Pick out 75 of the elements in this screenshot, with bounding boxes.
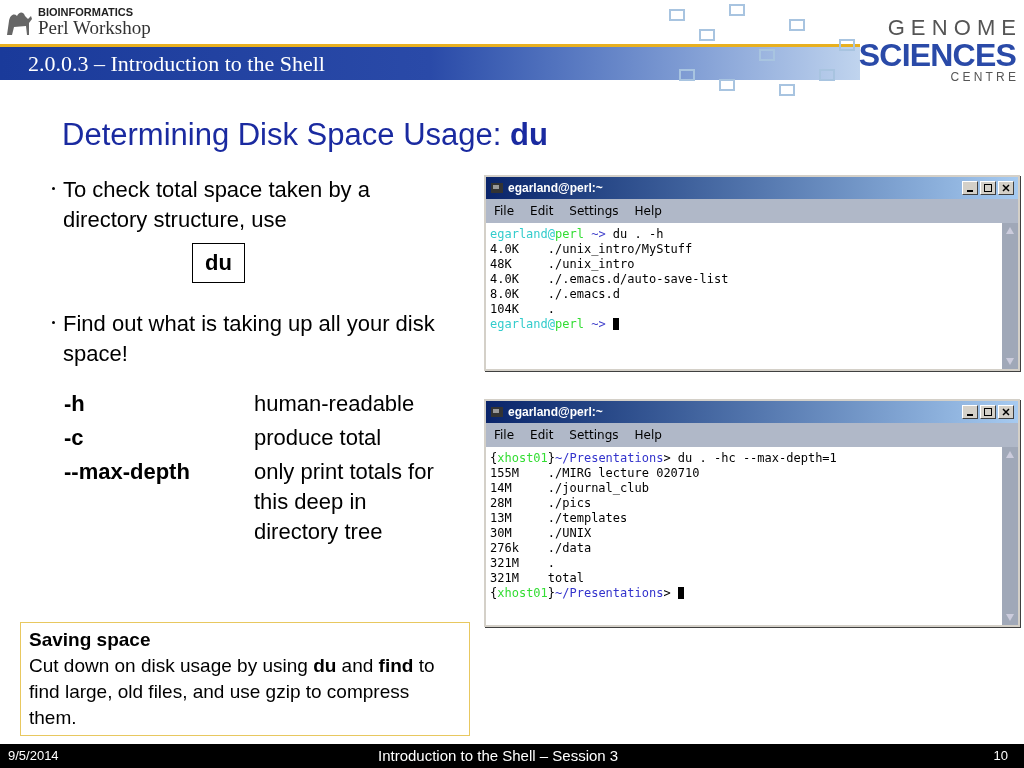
close-icon xyxy=(1002,407,1010,416)
terminal-text: perl xyxy=(555,226,584,242)
terminal-text: egarland@ xyxy=(490,316,556,332)
terminal-text: 4.0K ./.emacs.d/auto-save-list xyxy=(490,271,729,287)
terminal-text: 321M . xyxy=(490,555,556,571)
terminal-text: } xyxy=(547,450,556,466)
terminal-text: du . -h xyxy=(611,226,664,242)
terminal-text: ~> xyxy=(590,316,606,332)
menu-item[interactable]: Help xyxy=(634,425,662,444)
terminal-text: > du . -hc --max-depth=1 xyxy=(663,450,837,466)
page-number: 10 xyxy=(993,747,1009,766)
terminal-text: } xyxy=(547,585,556,601)
terminal-text: ~/Presentations xyxy=(555,585,664,601)
logo-text: Perl Workshop xyxy=(38,18,151,37)
menu-item[interactable]: Settings xyxy=(569,201,619,220)
terminal-text: { xyxy=(490,450,498,466)
bullet-text: Find out what is taking up all your disk space! xyxy=(63,309,436,368)
maximize-icon xyxy=(984,183,992,192)
terminal-text: 13M ./templates xyxy=(490,510,628,526)
window-title: egarland@perl:~ xyxy=(508,179,603,197)
terminal-text: 8.0K ./.emacs.d xyxy=(490,286,621,302)
maximize-button[interactable] xyxy=(980,180,996,195)
section-title: 2.0.0.3 – Introduction to the Shell xyxy=(28,50,325,78)
maximize-button[interactable] xyxy=(980,404,996,419)
brand-text: G E N O M E xyxy=(887,17,1016,39)
option-description: only print totals for this deep in directory tree xyxy=(254,457,435,546)
callout-title: Saving space xyxy=(29,628,152,652)
terminal-text: ~> xyxy=(590,226,606,242)
option-label: -h xyxy=(64,389,86,418)
menu-item[interactable]: Edit xyxy=(530,425,554,444)
menu-item[interactable]: Edit xyxy=(530,201,554,220)
terminal-text: 4.0K ./unix_intro/MyStuff xyxy=(490,241,693,257)
command-box: du xyxy=(192,242,245,283)
terminal-text: xhost01 xyxy=(497,585,548,601)
footer-date: 9/5/2014 xyxy=(8,747,60,766)
minimize-button[interactable] xyxy=(962,404,978,419)
option-description: produce total xyxy=(254,423,383,452)
window-title: egarland@perl:~ xyxy=(508,403,603,421)
close-button[interactable] xyxy=(998,404,1014,419)
terminal-text: 30M ./UNIX xyxy=(490,525,592,541)
terminal-text: 155M ./MIRG lecture 020710 xyxy=(490,465,700,481)
option-description: human-readable xyxy=(254,389,416,418)
footer-title: Introduction to the Shell – Session 3 xyxy=(378,745,619,766)
callout-text: Cut down on disk usage by using du and find to find large, old files, and use gzip to compress them. xyxy=(29,654,436,730)
terminal-text: 276k ./data xyxy=(490,540,592,556)
minimize-icon xyxy=(967,189,973,192)
terminal-text: 321M total xyxy=(490,570,584,586)
bullet-text: To check total space taken by a directory structure, use xyxy=(63,175,371,234)
terminal-text: { xyxy=(490,585,498,601)
terminal-text: 104K . xyxy=(490,301,556,317)
menu-item[interactable]: Settings xyxy=(569,425,619,444)
minimize-button[interactable] xyxy=(962,180,978,195)
terminal-icon xyxy=(490,180,504,195)
terminal-text: > xyxy=(663,585,671,601)
terminal-text: perl xyxy=(555,316,584,332)
brand-text: C E N T R E xyxy=(950,71,1016,83)
option-label: --max-depth xyxy=(64,457,191,486)
slide-title: Determining Disk Space Usage: du xyxy=(62,116,549,154)
option-label: -c xyxy=(64,423,85,452)
brand-text: SCIENCES xyxy=(858,39,1016,71)
close-icon xyxy=(1002,183,1010,192)
terminal-text: xhost01 xyxy=(497,450,548,466)
terminal-text: 14M ./journal_club xyxy=(490,480,649,496)
terminal-text: egarland@ xyxy=(490,226,556,242)
maximize-icon xyxy=(984,407,992,416)
menu-item[interactable]: File xyxy=(494,201,515,220)
terminal-text: 28M ./pics xyxy=(490,495,592,511)
menu-item[interactable]: File xyxy=(494,425,515,444)
terminal-text: ~/Presentations xyxy=(555,450,664,466)
terminal-text: 48K ./unix_intro xyxy=(490,256,635,272)
minimize-icon xyxy=(967,413,973,416)
menu-item[interactable]: Help xyxy=(634,201,662,220)
terminal-icon xyxy=(490,404,504,419)
close-button[interactable] xyxy=(998,180,1014,195)
logo-text: BIOINFORMATICS xyxy=(38,7,135,18)
